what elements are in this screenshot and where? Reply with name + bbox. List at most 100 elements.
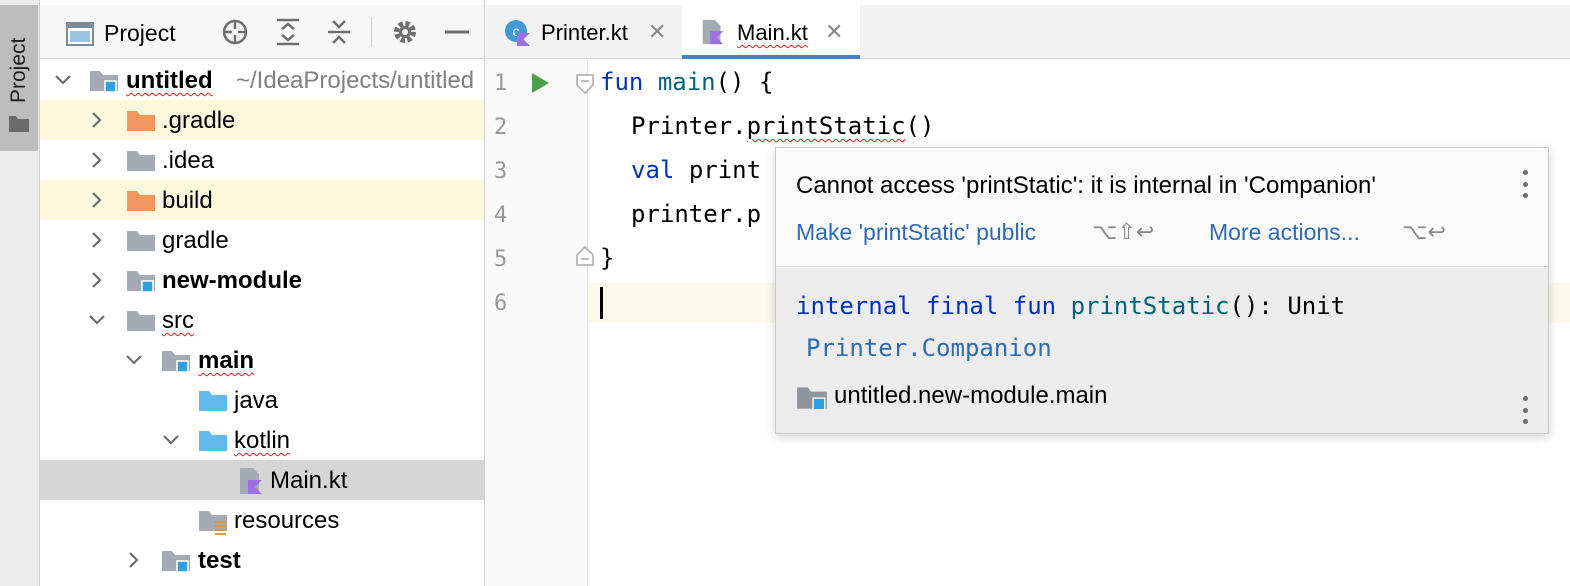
tree-row-gradle-hidden[interactable]: .gradle [40,100,484,140]
tab-label: Main.kt [737,20,808,45]
chevron-right-icon[interactable] [88,231,106,249]
project-panel-title: Project [104,20,176,46]
tree-label-resources: resources [234,507,340,534]
code-text: } [600,244,615,272]
tree-label-gradle-hidden: .gradle [162,107,236,134]
more-options-icon[interactable] [1522,170,1528,198]
tree-row-untitled[interactable]: untitled ~/IdeaProjects/untitled [40,60,484,100]
tree-row-kotlin[interactable]: kotlin [40,420,484,460]
project-tool-label: Project [7,37,30,103]
expand-all-icon[interactable] [273,17,303,47]
locate-icon[interactable] [220,17,250,47]
source-folder-icon [199,431,227,451]
code-line-3[interactable]: val print [631,156,761,184]
chevron-down-icon[interactable] [88,311,106,329]
error-call: printStatic [746,112,906,140]
tree-label-main: main [198,347,255,374]
chevron-right-icon[interactable] [88,111,106,129]
tree-row-test[interactable]: test [40,540,484,580]
containing-class-link[interactable]: Printer.Companion [806,334,1052,362]
module-folder-icon [90,71,118,93]
tree-label-new-module: new-module [162,267,303,294]
excluded-folder-icon [127,191,155,211]
tree-row-java[interactable]: java [40,380,484,420]
more-options-icon[interactable] [1522,396,1528,424]
line-number: 6 [494,291,508,316]
keyword: internal [796,292,912,320]
folder-icon [127,311,155,331]
line-number: 2 [494,115,508,140]
keyword: fun [600,68,644,96]
function-name: printStatic [1070,292,1230,320]
chevron-right-icon[interactable] [125,551,143,569]
keyword: fun [1012,292,1057,320]
code-text: printer.p [631,200,762,228]
tree-row-main[interactable]: main [40,340,484,380]
editor-tab-bar: c Printer.kt ✕ Main.kt ✕ [486,5,1570,59]
shortcut-hint: ⌥⇧↩ [1092,219,1155,244]
module-folder-icon [127,271,155,293]
chevron-right-icon[interactable] [88,271,106,289]
project-tool-button[interactable]: Project [0,5,38,151]
tree-label-untitled: untitled [126,67,213,94]
minimize-icon[interactable] [442,17,472,47]
error-message: Cannot access 'printStatic': it is inter… [796,172,1376,199]
code-text: print [688,156,762,184]
kotlin-file-icon [240,468,262,494]
folder-icon [127,231,155,251]
tree-row-new-module[interactable]: new-module [40,260,484,300]
module-folder-icon [162,551,190,573]
excluded-folder-icon [127,111,155,131]
popup-doc-section: internal final fun printStatic(): Unit P… [776,268,1548,433]
source-folder-icon [199,391,227,411]
module-name: untitled.new-module.main [834,382,1108,409]
close-icon[interactable]: ✕ [825,19,843,45]
text-caret [600,287,603,319]
code-text: Printer. [631,112,747,140]
code-line-5[interactable]: } [600,244,614,272]
chevron-down-icon[interactable] [125,351,143,369]
code-text: () { [715,68,774,96]
tab-main-kt[interactable]: Main.kt ✕ [682,5,860,59]
code-line-1[interactable]: fun main() { [600,68,773,96]
project-panel-header: Project [40,5,484,59]
run-icon[interactable] [530,72,550,94]
popup-error-section: Cannot access 'printStatic': it is inter… [776,148,1548,267]
make-public-action[interactable]: Make 'printStatic' public [796,219,1036,246]
chevron-right-icon[interactable] [88,151,106,169]
tree-row-build[interactable]: build [40,180,484,220]
chevron-down-icon[interactable] [162,431,180,449]
chevron-down-icon[interactable] [54,71,72,89]
more-actions-link[interactable]: More actions... [1209,219,1360,246]
close-icon[interactable]: ✕ [648,19,666,45]
tree-label-gradle: gradle [162,227,229,254]
tree-row-idea[interactable]: .idea [40,140,484,180]
chevron-right-icon[interactable] [88,191,106,209]
return-type: (): Unit [1229,292,1346,320]
tree-row-main-kt[interactable]: Main.kt [40,460,484,500]
tree-label-idea: .idea [162,147,215,174]
project-window-icon [66,22,94,46]
code-text: () [905,112,935,140]
module-folder-icon [162,351,190,373]
kotlin-file-icon [702,19,724,45]
fold-end-icon[interactable] [576,246,594,266]
tree-row-resources[interactable]: resources [40,500,484,540]
code-line-4[interactable]: printer.p [631,200,761,228]
tool-window-strip: Project [0,0,40,586]
code-line-2[interactable]: Printer.printStatic() [631,112,934,140]
header-separator [371,17,372,47]
function-name: main [657,68,716,96]
fold-icon[interactable] [576,74,594,94]
error-popup: Cannot access 'printStatic': it is inter… [775,147,1549,434]
line-number: 1 [494,71,508,96]
tree-row-src[interactable]: src [40,300,484,340]
tree-label-main-kt: Main.kt [270,467,348,494]
tree-path-untitled: ~/IdeaProjects/untitled [236,67,475,94]
tree-label-build: build [162,187,213,214]
gear-icon[interactable] [390,17,420,47]
tree-row-gradle[interactable]: gradle [40,220,484,260]
line-number: 4 [494,203,508,228]
collapse-all-icon[interactable] [324,17,354,47]
tab-printer-kt[interactable]: c Printer.kt ✕ [486,5,680,59]
